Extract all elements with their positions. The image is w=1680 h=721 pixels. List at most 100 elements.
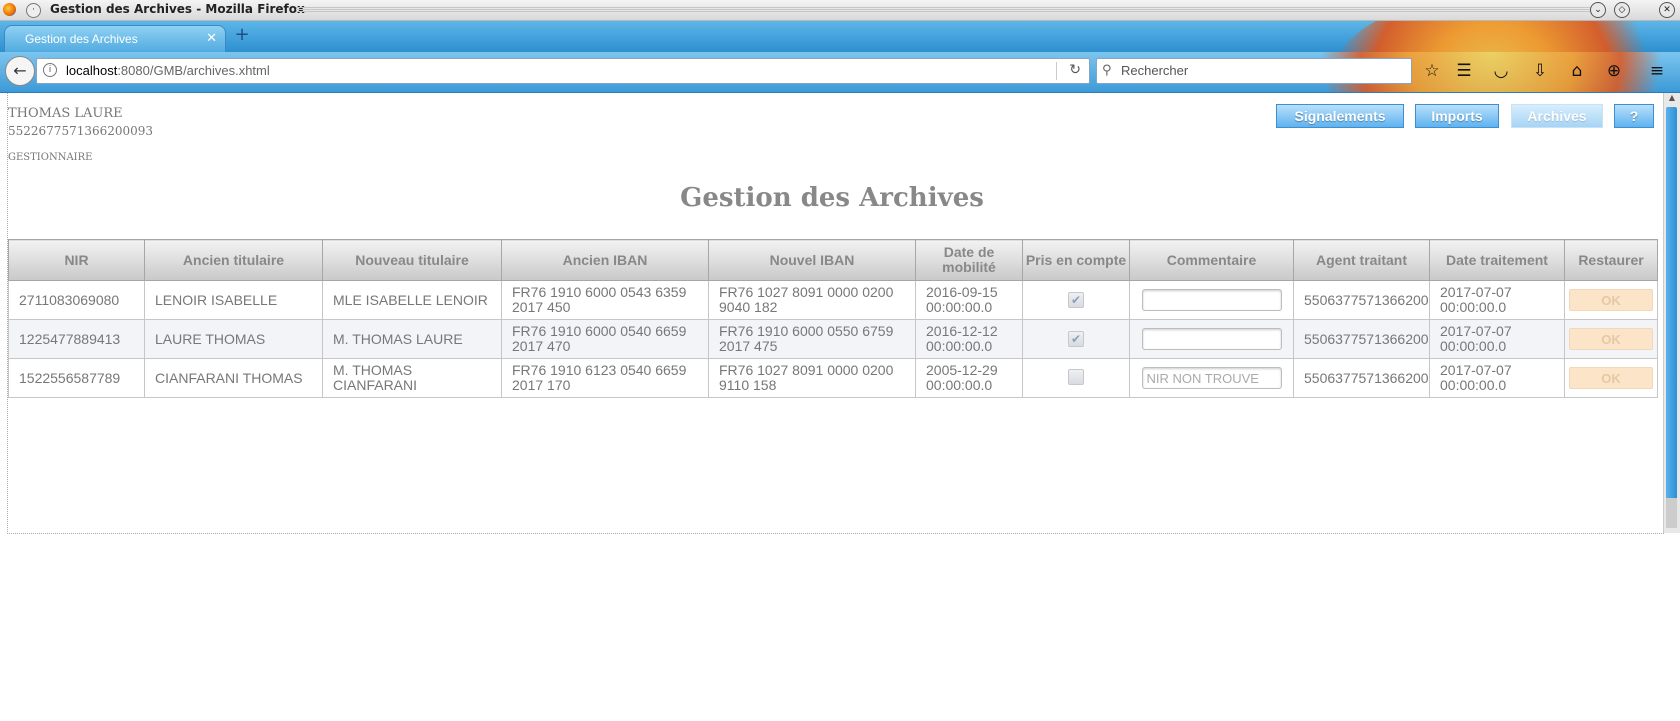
bookmarks-list-icon[interactable]: ☰ [1453, 61, 1475, 81]
bookmark-star-icon[interactable]: ☆ [1421, 61, 1443, 81]
user-id: 5522677571366200093 [8, 124, 154, 138]
tab-strip: Gestion des Archives ✕ + [0, 21, 1680, 52]
reload-icon[interactable]: ↻ [1069, 62, 1081, 78]
close-tab-icon[interactable]: ✕ [206, 31, 217, 46]
url-host: localhost [66, 63, 118, 78]
globe-icon[interactable]: ⊕ [1603, 61, 1625, 81]
header-date-mobilite[interactable]: Date de mobilité [915, 239, 1023, 281]
scrollbar-thumb[interactable] [1666, 107, 1677, 507]
cell-nir: 1522556587789 [8, 358, 145, 398]
cell-ancien-iban: FR76 1910 6000 0540 6659 2017 470 [501, 319, 709, 359]
back-arrow-icon: ← [13, 61, 27, 80]
cell-date-mobilite: 2016-09-15 00:00:00.0 [915, 280, 1023, 320]
scrollbar-track-end [1666, 498, 1677, 528]
pocket-icon[interactable]: ◡ [1490, 61, 1512, 81]
signalements-button[interactable]: Signalements [1276, 104, 1404, 128]
url-bar[interactable]: i localhost:8080/GMB/archives.xhtml ↻ [36, 58, 1090, 84]
restore-ok-button[interactable]: OK [1569, 289, 1653, 311]
cell-commentaire [1129, 319, 1294, 359]
header-nouvel-iban[interactable]: Nouvel IBAN [708, 239, 916, 281]
header-ancien-iban[interactable]: Ancien IBAN [501, 239, 709, 281]
navigation-bar: ← i localhost:8080/GMB/archives.xhtml ↻ … [0, 52, 1680, 93]
table-row: 1522556587789 CIANFARANI THOMAS M. THOMA… [8, 358, 1658, 398]
scroll-up-icon[interactable]: ▲ [1664, 93, 1680, 105]
maximize-icon[interactable]: ◇ [1614, 2, 1630, 18]
archives-button: Archives [1511, 104, 1603, 128]
header-nouveau-titulaire[interactable]: Nouveau titulaire [322, 239, 502, 281]
cell-nouveau-titulaire: MLE ISABELLE LENOIR [322, 280, 502, 320]
back-button[interactable]: ← [5, 56, 35, 86]
cell-nouvel-iban: FR76 1027 8091 0000 0200 9040 182 [708, 280, 916, 320]
cell-nir: 1225477889413 [8, 319, 145, 359]
header-date-traitement[interactable]: Date traitement [1429, 239, 1565, 281]
home-icon[interactable]: ⌂ [1566, 61, 1588, 81]
cell-ancien-titulaire: LENOIR ISABELLE [144, 280, 323, 320]
header-nir[interactable]: NIR [8, 239, 145, 281]
cell-nir: 2711083069080 [8, 280, 145, 320]
restore-ok-button[interactable]: OK [1569, 328, 1653, 350]
page-title: Gestion des Archives [680, 183, 984, 213]
restore-ok-button[interactable]: OK [1569, 367, 1653, 389]
user-name: THOMAS LAURE [8, 106, 123, 121]
url-text[interactable]: localhost:8080/GMB/archives.xhtml [66, 63, 270, 78]
pris-en-compte-checkbox [1068, 368, 1084, 385]
cell-restaurer: OK [1564, 319, 1658, 359]
vertical-scrollbar[interactable]: ▲ [1663, 93, 1680, 533]
table-row: 2711083069080 LENOIR ISABELLE MLE ISABEL… [8, 280, 1658, 320]
table-header-row: NIR Ancien titulaire Nouveau titulaire A… [8, 239, 1658, 281]
cell-ancien-iban: FR76 1910 6000 0543 6359 2017 450 [501, 280, 709, 320]
cell-nouveau-titulaire: M. THOMAS CIANFARANI [322, 358, 502, 398]
cell-commentaire [1129, 280, 1294, 320]
cell-ancien-titulaire: CIANFARANI THOMAS [144, 358, 323, 398]
pris-en-compte-checkbox: ✔ [1068, 331, 1084, 347]
archives-table: NIR Ancien titulaire Nouveau titulaire A… [8, 239, 1658, 398]
cell-restaurer: OK [1564, 358, 1658, 398]
header-restaurer[interactable]: Restaurer [1564, 239, 1658, 281]
cell-nouvel-iban: FR76 1027 8091 0000 0200 9110 158 [708, 358, 916, 398]
pris-en-compte-checkbox: ✔ [1068, 292, 1084, 308]
menu-hamburger-icon[interactable]: ≡ [1646, 61, 1668, 81]
download-icon[interactable]: ⇩ [1529, 61, 1551, 81]
tab-label: Gestion des Archives [25, 32, 138, 46]
user-role: GESTIONNAIRE [8, 152, 93, 163]
tab-gestion-archives[interactable]: Gestion des Archives ✕ [4, 25, 226, 52]
titlebar-grip [296, 7, 1600, 13]
page-content: ▲ THOMAS LAURE 5522677571366200093 GESTI… [0, 93, 1680, 721]
cell-date-mobilite: 2016-12-12 00:00:00.0 [915, 319, 1023, 359]
header-pris-en-compte[interactable]: Pris en compte [1022, 239, 1130, 281]
url-separator [1056, 62, 1057, 80]
search-icon: ⚲ [1102, 63, 1112, 78]
search-placeholder: Rechercher [1121, 63, 1189, 78]
cell-pris-en-compte: ✔ [1022, 280, 1130, 320]
cell-nouvel-iban: FR76 1910 6000 0550 6759 2017 475 [708, 319, 916, 359]
cell-commentaire [1129, 358, 1294, 398]
header-agent-traitant[interactable]: Agent traitant [1293, 239, 1430, 281]
window-titlebar: · Gestion des Archives - Mozilla Firefox… [0, 0, 1680, 21]
cell-pris-en-compte: ✔ [1022, 319, 1130, 359]
commentaire-input[interactable] [1141, 328, 1282, 350]
cell-date-traitement: 2017-07-07 00:00:00.0 [1429, 319, 1565, 359]
cell-date-traitement: 2017-07-07 00:00:00.0 [1429, 280, 1565, 320]
cell-agent-traitant: 5506377571366200093 [1293, 319, 1430, 359]
cell-nouveau-titulaire: M. THOMAS LAURE [322, 319, 502, 359]
table-row: 1225477889413 LAURE THOMAS M. THOMAS LAU… [8, 319, 1658, 359]
commentaire-input[interactable] [1141, 289, 1282, 311]
window-title: Gestion des Archives - Mozilla Firefox [50, 2, 305, 16]
imports-button[interactable]: Imports [1415, 104, 1499, 128]
info-icon[interactable]: i [43, 63, 57, 77]
header-ancien-titulaire[interactable]: Ancien titulaire [144, 239, 323, 281]
cell-ancien-iban: FR76 1910 6123 0540 6659 2017 170 [501, 358, 709, 398]
search-bar[interactable]: ⚲ Rechercher [1096, 58, 1412, 84]
new-tab-icon[interactable]: + [233, 26, 251, 45]
cell-date-mobilite: 2005-12-29 00:00:00.0 [915, 358, 1023, 398]
close-window-icon[interactable]: ✕ [1659, 2, 1675, 18]
window-menu-icon[interactable]: · [26, 3, 41, 18]
commentaire-input[interactable] [1141, 367, 1282, 389]
cell-agent-traitant: 5506377571366200093 [1293, 358, 1430, 398]
cell-ancien-titulaire: LAURE THOMAS [144, 319, 323, 359]
header-commentaire[interactable]: Commentaire [1129, 239, 1294, 281]
minimize-icon[interactable]: ⌄ [1590, 2, 1606, 18]
firefox-logo-icon [3, 3, 16, 16]
help-button[interactable]: ? [1614, 104, 1654, 128]
url-path: :8080/GMB/archives.xhtml [117, 63, 270, 78]
